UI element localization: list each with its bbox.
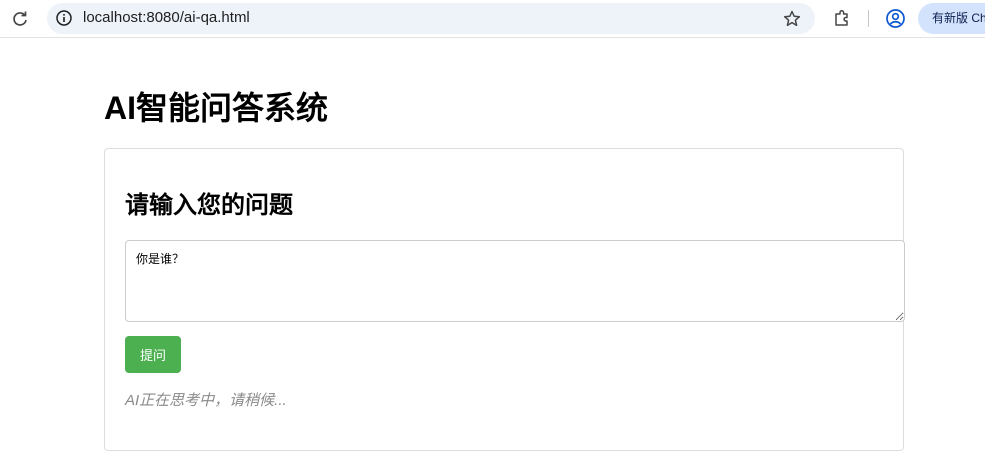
address-url[interactable]: localhost:8080/ai-qa.html [83, 9, 250, 27]
chrome-update-button[interactable]: 有新版 Chrome [918, 3, 985, 34]
extensions-icon[interactable] [832, 8, 852, 28]
browser-toolbar: localhost:8080/ai-qa.html 有新版 Chrome [0, 0, 985, 38]
toolbar-separator [868, 10, 869, 27]
submit-question-button[interactable]: 提问 [125, 336, 181, 373]
profile-icon[interactable] [885, 8, 906, 29]
question-input[interactable]: 你是谁？ [125, 240, 905, 322]
page-title: AI智能问答系统 [104, 90, 329, 126]
reload-icon[interactable] [10, 9, 30, 29]
site-info-icon[interactable] [55, 9, 73, 27]
loading-status-text: AI正在思考中，请稍候... [125, 392, 287, 409]
question-card-title: 请输入您的问题 [125, 192, 293, 219]
bookmark-star-icon[interactable] [782, 9, 802, 29]
